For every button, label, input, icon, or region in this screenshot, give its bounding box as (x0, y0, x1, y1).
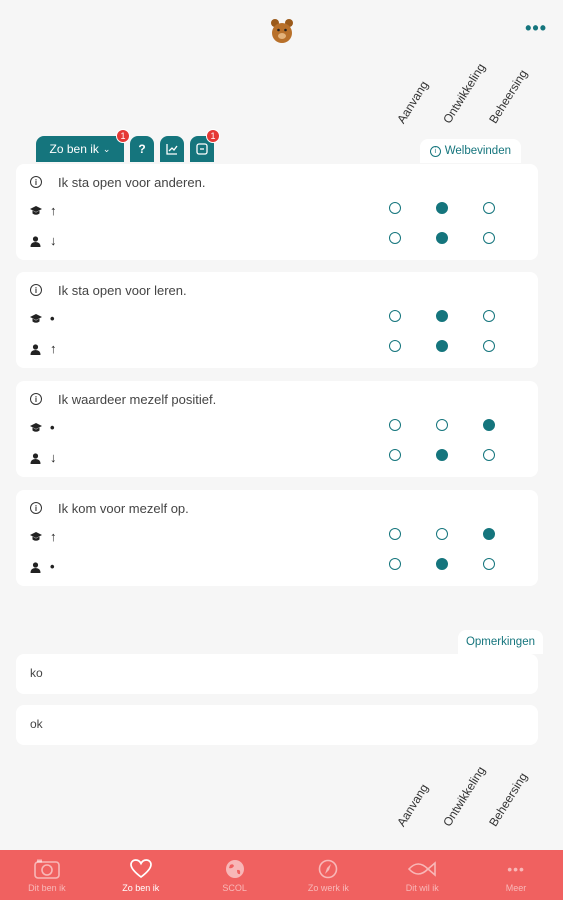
nav-dit-ben-ik[interactable]: Dit ben ik (0, 850, 94, 900)
tab-bar: Zo ben ik ⌄ 1 ? 1 (36, 129, 220, 162)
teacher-trend-indicator: • (50, 420, 55, 435)
statement-text: Ik kom voor mezelf op. (58, 501, 189, 516)
more-menu-button[interactable]: ••• (525, 18, 547, 39)
teacher-level-radio[interactable] (483, 528, 495, 540)
opmerkingen-label: Opmerkingen (457, 630, 543, 654)
self-level-radio[interactable] (389, 232, 401, 244)
column-header-ontwikkeling: Ontwikkeling (440, 763, 489, 829)
self-level-radio[interactable] (436, 232, 448, 244)
heart-icon (129, 858, 152, 880)
column-header-aanvang: Aanvang (394, 78, 432, 126)
info-icon[interactable]: i (30, 176, 42, 188)
self-trend-indicator: ↓ (50, 450, 57, 465)
globe-icon (225, 858, 245, 880)
column-header-beheersing: Beheersing (486, 67, 531, 126)
column-header-beheersing: Beheersing (486, 770, 531, 829)
nav-label: Zo ben ik (122, 882, 160, 893)
self-trend-indicator: ↓ (50, 233, 57, 248)
teacher-trend-indicator: ↑ (50, 529, 57, 544)
self-level-radio[interactable] (389, 449, 401, 461)
more-icon: ••• (507, 860, 525, 877)
teacher-level-radio[interactable] (436, 419, 448, 431)
info-icon[interactable]: i (30, 502, 42, 514)
statement-text: Ik sta open voor leren. (58, 283, 187, 298)
camera-icon (34, 858, 60, 880)
teacher-trend-indicator: • (50, 311, 55, 326)
person-icon (30, 562, 41, 576)
notification-badge: 1 (116, 129, 130, 143)
statement-card: i Ik sta open voor leren. • ↑ (16, 272, 538, 368)
teacher-level-radio[interactable] (483, 202, 495, 214)
teacher-icon (30, 423, 42, 436)
nav-label: Zo werk ik (307, 882, 349, 893)
tab-zo-ben-ik[interactable]: Zo ben ik ⌄ 1 (36, 129, 130, 162)
teacher-icon (30, 314, 42, 327)
self-level-radio[interactable] (483, 558, 495, 570)
column-header-aanvang: Aanvang (394, 781, 432, 829)
teacher-level-radio[interactable] (436, 202, 448, 214)
self-level-radio[interactable] (436, 449, 448, 461)
nav-dit-wil-ik[interactable]: Dit wil ik (375, 850, 469, 900)
info-icon[interactable]: i (30, 284, 42, 296)
tab-chart[interactable] (160, 136, 184, 162)
fish-icon (408, 858, 437, 880)
tab-note[interactable]: 1 (190, 129, 220, 162)
self-trend-indicator: • (50, 559, 55, 574)
note-icon (196, 143, 208, 155)
compass-icon (318, 858, 338, 880)
welbevinden-label[interactable]: i Welbevinden (419, 139, 521, 163)
self-trend-indicator: ↑ (50, 341, 57, 356)
help-icon: ? (138, 142, 146, 156)
teacher-level-radio[interactable] (483, 310, 495, 322)
person-icon (30, 453, 41, 467)
nav-label: Dit wil ik (405, 882, 439, 893)
self-level-radio[interactable] (483, 449, 495, 461)
teacher-icon (30, 206, 42, 219)
nav-label: Meer (505, 882, 527, 893)
tab-label: Zo ben ik (49, 142, 99, 156)
info-icon[interactable]: i (30, 393, 42, 405)
teacher-icon (30, 532, 42, 545)
teacher-trend-indicator: ↑ (50, 203, 57, 218)
self-level-radio[interactable] (436, 558, 448, 570)
statement-card: i Ik sta open voor anderen. ↑ ↓ (16, 164, 538, 260)
teacher-level-radio[interactable] (436, 310, 448, 322)
top-bar: ••• (0, 0, 563, 60)
teacher-level-radio[interactable] (389, 310, 401, 322)
teacher-level-radio[interactable] (389, 419, 401, 431)
self-level-radio[interactable] (389, 558, 401, 570)
notification-badge: 1 (206, 129, 220, 143)
self-level-radio[interactable] (483, 340, 495, 352)
teacher-level-radio[interactable] (483, 419, 495, 431)
statement-text: Ik sta open voor anderen. (58, 175, 206, 190)
bottom-navigation: Dit ben ik Zo ben ik SCOL Zo werk ik Dit… (0, 850, 563, 900)
nav-zo-werk-ik[interactable]: Zo werk ik (281, 850, 375, 900)
nav-zo-ben-ik[interactable]: Zo ben ik (94, 850, 188, 900)
statement-text: Ik waardeer mezelf positief. (58, 392, 217, 407)
self-level-radio[interactable] (483, 232, 495, 244)
welbevinden-text: Welbevinden (444, 145, 511, 157)
nav-label: SCOL (222, 882, 247, 893)
self-level-radio[interactable] (389, 340, 401, 352)
tab-help[interactable]: ? (130, 136, 154, 162)
statement-card: i Ik waardeer mezelf positief. • ↓ (16, 381, 538, 477)
chart-icon (166, 144, 178, 155)
nav-meer[interactable]: ••• Meer (469, 850, 563, 900)
nav-label: Dit ben ik (28, 882, 66, 893)
statement-card: i Ik kom voor mezelf op. ↑ • (16, 490, 538, 586)
note-field[interactable]: ok (16, 705, 538, 745)
teacher-level-radio[interactable] (389, 528, 401, 540)
note-field[interactable]: ko (16, 654, 538, 694)
bear-icon (271, 19, 293, 43)
column-header-ontwikkeling: Ontwikkeling (440, 60, 489, 126)
chevron-down-icon: ⌄ (102, 143, 111, 154)
teacher-level-radio[interactable] (389, 202, 401, 214)
teacher-level-radio[interactable] (436, 528, 448, 540)
self-level-radio[interactable] (436, 340, 448, 352)
nav-scol[interactable]: SCOL (188, 850, 282, 900)
info-icon: i (429, 145, 441, 157)
person-icon (30, 236, 41, 250)
person-icon (30, 344, 41, 358)
